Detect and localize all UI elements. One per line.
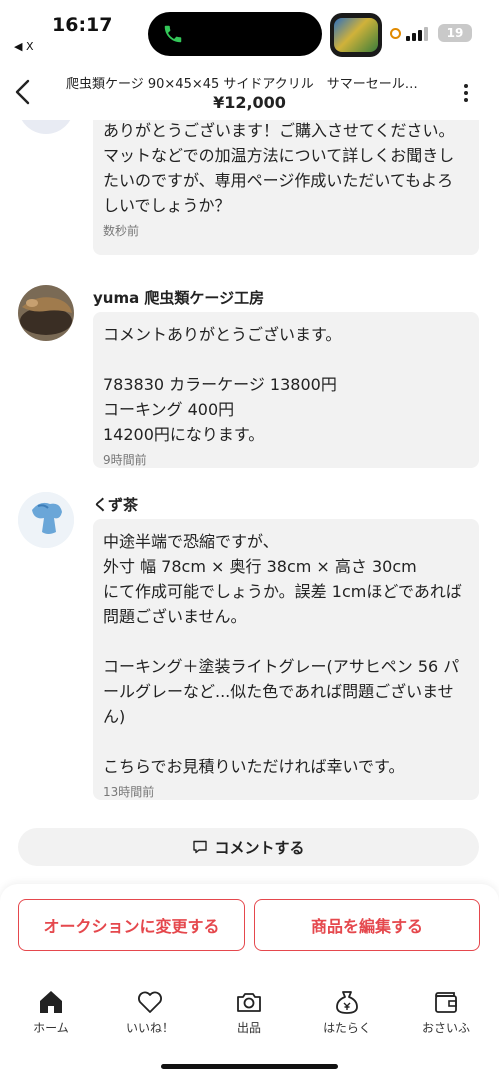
comment-bubble: 中途半端で恐縮ですが、 外寸 幅 78cm × 奥行 38cm × 高さ 30c… [93,519,479,800]
tab-sell[interactable]: 出品 [209,988,289,1036]
back-to-app-link[interactable]: ◀ X [14,40,34,53]
listing-price: ¥12,000 [213,93,286,112]
commenter-avatar[interactable] [18,120,74,134]
seller-avatar-image [18,285,74,341]
tab-home[interactable]: ホーム [11,988,91,1036]
comment-text: 中途半端で恐縮ですが、 外寸 幅 78cm × 奥行 38cm × 高さ 30c… [103,532,462,776]
action-bar: オークションに変更する 商品を編集する [0,884,499,970]
camera-icon [237,993,261,1012]
tab-home-label: ホーム [33,1021,69,1035]
add-comment-label: コメントする [214,838,305,857]
comment-text: ありがとうございます！ご購入させてください。 マットなどでの加温方法について詳し… [103,121,455,215]
tab-likes-label: いいね！ [125,1021,174,1035]
dynamic-island[interactable] [148,12,322,56]
comment-time: 数秒前 [103,224,140,238]
bottom-tab-bar: ホーム いいね！ 出品 はたらく おさいふ [0,970,499,1080]
comment-bubble: コメントありがとうございます。 783830 カラーケージ 13800円 コーキ… [93,312,479,468]
status-time: 16:17 [52,14,113,36]
add-comment-button[interactable]: コメントする [18,828,479,866]
comment-time: 9時間前 [103,453,147,467]
speech-bubble-icon [193,840,208,854]
comment-list[interactable]: ありがとうございます！ご購入させてください。 マットなどでの加温方法について詳し… [0,120,499,880]
comment-time: 13時間前 [103,785,155,799]
edit-listing-button[interactable]: 商品を編集する [254,899,480,951]
comment-text: コメントありがとうございます。 783830 カラーケージ 13800円 コーキ… [103,325,342,444]
tab-work-label: はたらく [323,1021,371,1035]
heart-icon [138,991,162,1013]
user-avatar-image [18,492,74,548]
comment-bubble: ありがとうございます！ご購入させてください。 マットなどでの加温方法について詳し… [93,120,479,255]
tab-likes[interactable]: いいね！ [110,988,190,1036]
listing-header: 爬虫類ケージ 90×45×45 サイドアクリル サマーセール… ¥12,000 [0,62,499,120]
change-to-auction-button[interactable]: オークションに変更する [18,899,245,951]
phone-call-icon [164,25,182,43]
tab-wallet-label: おさいふ [421,1021,470,1035]
wallet-icon [435,992,457,1013]
tab-sell-label: 出品 [236,1021,261,1035]
tab-wallet[interactable]: おさいふ [406,988,486,1036]
recording-dot-icon [390,28,401,39]
commenter-avatar[interactable] [18,285,74,341]
commenter-avatar[interactable] [18,492,74,548]
home-indicator[interactable] [161,1064,338,1069]
commenter-name: くず茶 [93,496,139,514]
status-bar: 16:17 ◀ X 19 [0,0,499,62]
cellular-signal-icon [406,27,430,41]
more-options-icon[interactable] [462,84,470,104]
commenter-name: yuma 爬虫類ケージ工房 [93,289,265,307]
live-activity-thumbnail [330,13,382,57]
money-bag-icon [336,991,358,1014]
tab-work[interactable]: はたらく [307,988,387,1036]
battery-icon: 19 [438,24,472,42]
home-icon [40,991,62,1013]
listing-title: 爬虫類ケージ 90×45×45 サイドアクリル サマーセール… [66,77,418,92]
